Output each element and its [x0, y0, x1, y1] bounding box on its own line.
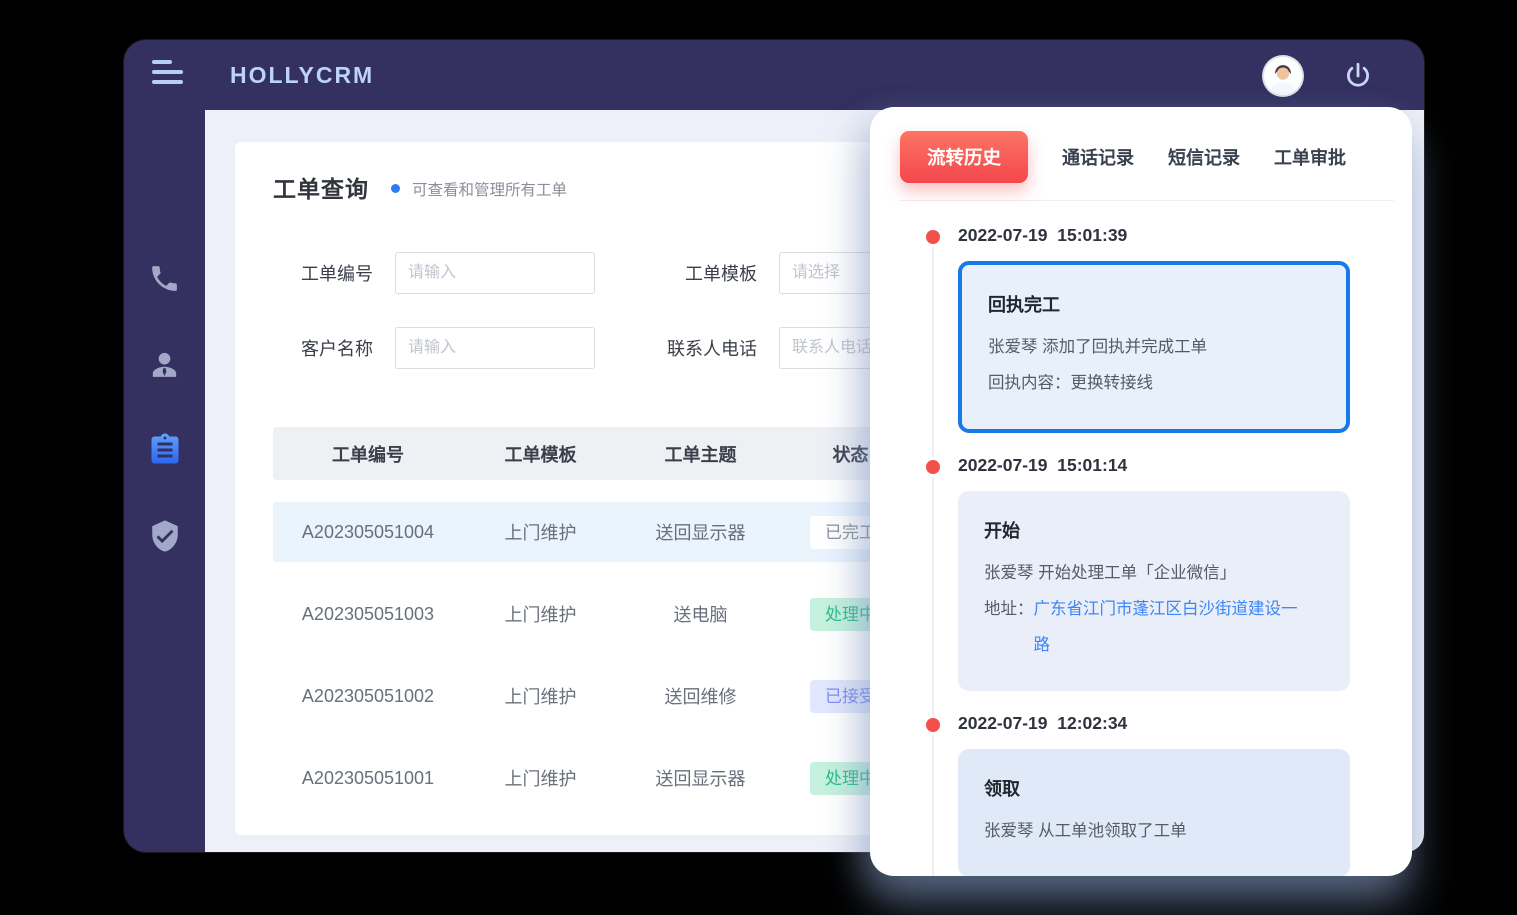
timeline-dot [926, 460, 940, 474]
cell-template: 上门维护 [463, 519, 618, 545]
tab-approval[interactable]: 工单审批 [1274, 144, 1346, 170]
sidebar-item-calls[interactable] [147, 260, 183, 296]
tab-divider [900, 200, 1394, 201]
flow-history-timeline: 2022-07-19 15:01:39 回执完工 张爱琴 添加了回执并完成工单 … [900, 225, 1384, 876]
col-header: 工单编号 [273, 441, 463, 467]
brand-logo: HOLLYCRM [230, 62, 374, 89]
sidebar-item-security[interactable] [147, 518, 183, 554]
page-title: 工单查询 [273, 170, 369, 204]
timeline-card-title: 回执完工 [988, 291, 1322, 317]
cell-template: 上门维护 [463, 601, 618, 627]
cell-subject: 送回显示器 [618, 765, 783, 791]
page-subtitle: 可查看和管理所有工单 [412, 175, 567, 200]
menu-hamburger-icon[interactable] [152, 60, 186, 90]
timeline-card-claimed: 领取 张爱琴 从工单池领取了工单 [958, 749, 1350, 876]
detail-tabs: 流转历史 通话记录 短信记录 工单审批 [900, 131, 1384, 183]
timeline-card-line: 张爱琴 添加了回执并完成工单 [988, 329, 1322, 365]
col-header: 工单主题 [618, 441, 783, 467]
subtitle-bullet-dot [391, 184, 400, 193]
sidebar-item-workorders[interactable] [147, 432, 183, 468]
filter-label: 工单模板 [617, 260, 757, 286]
timeline-entry: 2022-07-19 15:01:39 回执完工 张爱琴 添加了回执并完成工单 … [900, 225, 1384, 433]
phone-icon [148, 262, 181, 295]
timeline-entry: 2022-07-19 12:02:34 领取 张爱琴 从工单池领取了工单 [900, 713, 1384, 876]
workorder-detail-panel: 流转历史 通话记录 短信记录 工单审批 2022-07-19 15:01:39 … [870, 107, 1412, 876]
cell-subject: 送电脑 [618, 601, 783, 627]
timeline-card-title: 开始 [984, 517, 1326, 543]
timeline-card-line: 张爱琴 从工单池领取了工单 [984, 813, 1326, 849]
filter-label: 联系人电话 [617, 335, 757, 361]
timeline-timestamp: 2022-07-19 12:02:34 [958, 713, 1384, 734]
tab-sms-records[interactable]: 短信记录 [1168, 144, 1240, 170]
customer-name-input[interactable] [395, 327, 595, 369]
logout-power-icon[interactable] [1342, 60, 1374, 92]
cell-subject: 送回显示器 [618, 519, 783, 545]
timeline-card-start: 开始 张爱琴 开始处理工单「企业微信」 地址： 广东省江门市蓬江区白沙街道建设一… [958, 491, 1350, 691]
timeline-entry: 2022-07-19 15:01:14 开始 张爱琴 开始处理工单「企业微信」 … [900, 455, 1384, 691]
tab-flow-history[interactable]: 流转历史 [900, 131, 1028, 183]
timeline-timestamp: 2022-07-19 15:01:14 [958, 455, 1384, 476]
address-label: 地址： [984, 591, 1034, 663]
timeline-dot [926, 718, 940, 732]
workorder-id-input[interactable] [395, 252, 595, 294]
filter-label: 客户名称 [273, 335, 373, 361]
security-shield-icon [148, 519, 182, 553]
user-avatar[interactable] [1264, 57, 1302, 95]
cell-template: 上门维护 [463, 683, 618, 709]
cell-workorder-id: A202305051002 [273, 686, 463, 707]
workorder-clipboard-icon [147, 432, 183, 468]
timeline-dot [926, 230, 940, 244]
timeline-timestamp: 2022-07-19 15:01:39 [958, 225, 1384, 246]
sidebar-nav [124, 110, 205, 852]
timeline-card-line: 张爱琴 开始处理工单「企业微信」 [984, 555, 1326, 591]
filter-label: 工单编号 [273, 260, 373, 286]
cell-workorder-id: A202305051003 [273, 604, 463, 625]
cell-workorder-id: A202305051001 [273, 768, 463, 789]
sidebar-item-contacts[interactable] [147, 346, 183, 382]
timeline-card-line: 回执内容：更换转接线 [988, 365, 1322, 401]
avatar-image [1264, 57, 1302, 95]
col-header: 工单模板 [463, 441, 618, 467]
tab-call-records[interactable]: 通话记录 [1062, 144, 1134, 170]
timeline-card-completed: 回执完工 张爱琴 添加了回执并完成工单 回执内容：更换转接线 [958, 261, 1350, 433]
contact-icon [147, 347, 182, 382]
top-bar: HOLLYCRM [124, 40, 1424, 110]
cell-workorder-id: A202305051004 [273, 522, 463, 543]
cell-subject: 送回维修 [618, 683, 783, 709]
timeline-card-title: 领取 [984, 775, 1326, 801]
cell-template: 上门维护 [463, 765, 618, 791]
address-link[interactable]: 广东省江门市蓬江区白沙街道建设一路 [1034, 591, 1299, 663]
